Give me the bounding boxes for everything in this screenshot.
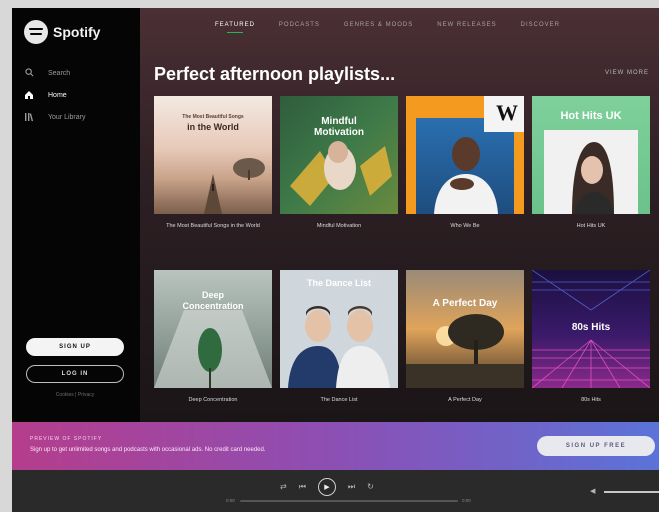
playlist-title: The Dance List [320, 397, 358, 403]
cover-text: 80s Hits [571, 322, 611, 333]
sunset-tree-art [406, 314, 524, 388]
sidebar-item-home[interactable]: Home [24, 84, 86, 106]
view-more-link[interactable]: VIEW MORE [605, 70, 649, 76]
time-elapsed: 0:00 [226, 498, 235, 503]
cover-text-small: The Most Beautiful Songs [182, 114, 244, 120]
main-content: FEATURED PODCASTS GENRES & MOODS NEW REL… [140, 8, 659, 422]
tab-discover[interactable]: DISCOVER [521, 22, 560, 33]
sidebar-item-library[interactable]: Your Library [24, 106, 86, 128]
sign-up-free-button[interactable]: SIGN UP FREE [537, 436, 655, 456]
playlist-cover: 80s Hits [532, 270, 650, 388]
playlist-cover: Mindful Motivation [280, 96, 398, 214]
cover-text: Deep Concentration [182, 290, 244, 311]
banner-label: PREVIEW OF SPOTIFY [30, 436, 103, 442]
page-title: Perfect afternoon playlists... [154, 64, 396, 84]
sidebar-item-label: Your Library [48, 113, 86, 121]
spotify-logo[interactable]: Spotify [24, 20, 100, 44]
playlist-title: The Most Beautiful Songs in the World [166, 223, 260, 229]
library-icon [24, 112, 34, 122]
tab-podcasts[interactable]: PODCASTS [279, 22, 320, 33]
sidebar-item-search[interactable]: Search [24, 62, 86, 84]
cover-text: W [496, 100, 518, 125]
playlist-card[interactable]: Deep Concentration Deep Concentration [154, 270, 272, 404]
playlist-title: Mindful Motivation [316, 223, 362, 229]
previous-icon[interactable]: ⏮ [299, 482, 306, 492]
sidebar-item-label: Home [48, 91, 67, 99]
portrait-photo [544, 130, 638, 214]
playback-controls: ⇄ ⏮ ▶ ⏭ ↻ [280, 478, 374, 496]
log-in-button[interactable]: LOG IN [26, 365, 124, 383]
playlist-title: Who We Be [450, 223, 480, 229]
cover-text: in the World [187, 122, 239, 132]
browse-tabs: FEATURED PODCASTS GENRES & MOODS NEW REL… [140, 22, 659, 33]
progress-bar[interactable] [240, 500, 458, 502]
play-button[interactable]: ▶ [317, 478, 336, 496]
woman-leaves-art [290, 141, 392, 206]
spotify-window: Spotify Search Home Your Library SIGN UP… [12, 8, 659, 512]
sidebar-nav: Search Home Your Library [24, 62, 86, 128]
playlist-card[interactable]: The Dance List The Dance List [280, 270, 398, 404]
spotify-logo-icon [24, 20, 48, 44]
sidebar-item-label: Search [48, 69, 71, 77]
preview-banner: PREVIEW OF SPOTIFY Sign up to get unlimi… [12, 422, 659, 470]
portrait-photo [416, 118, 514, 214]
repeat-icon[interactable]: ↻ [367, 482, 374, 492]
tab-genres-moods[interactable]: GENRES & MOODS [344, 22, 413, 33]
playlist-card[interactable]: W Who We Be [406, 96, 524, 230]
playlist-card[interactable]: Mindful Motivation Mindful Motivation [280, 96, 398, 230]
time-total: 0:00 [462, 498, 471, 503]
spotify-logo-text: Spotify [53, 24, 101, 40]
sign-up-button[interactable]: SIGN UP [26, 338, 124, 356]
banner-text: Sign up to get unlimited songs and podca… [30, 447, 266, 453]
playlist-cover: The Most Beautiful Songs in the World [154, 96, 272, 214]
playlist-card[interactable]: Hot Hits UK Hot Hits UK [532, 96, 650, 230]
player-bar: ⇄ ⏮ ▶ ⏭ ↻ 0:00 0:00 ◀ [12, 470, 659, 512]
cover-text: Mindful Motivation [314, 116, 364, 138]
playlist-cover: The Dance List [280, 270, 398, 388]
playlist-cover: A Perfect Day [406, 270, 524, 388]
play-icon: ▶ [324, 484, 330, 491]
sidebar-footer-links[interactable]: Cookies | Privacy [26, 392, 124, 398]
search-icon [24, 68, 34, 78]
playlist-title: 80s Hits [581, 397, 601, 403]
playlist-title: Hot Hits UK [576, 223, 606, 229]
playlist-title: Deep Concentration [188, 397, 238, 403]
playlist-title: A Perfect Day [448, 397, 482, 403]
next-icon[interactable]: ⏭ [348, 482, 355, 492]
playlist-cover: Deep Concentration [154, 270, 272, 388]
plant-art [154, 310, 272, 388]
tab-new-releases[interactable]: NEW RELEASES [437, 22, 496, 33]
playlist-card[interactable]: A Perfect Day A Perfect Day [406, 270, 524, 404]
playlist-card[interactable]: The Most Beautiful Songs in the World Th… [154, 96, 272, 230]
woman-portrait-art [572, 142, 614, 214]
volume-icon[interactable]: ◀ [590, 487, 595, 495]
volume-slider[interactable] [604, 491, 659, 493]
playlist-cover: W [406, 96, 524, 214]
tab-featured[interactable]: FEATURED [215, 22, 255, 33]
cover-text: A Perfect Day [432, 298, 498, 309]
man-portrait-art [434, 137, 498, 214]
home-icon [24, 90, 34, 100]
cover-text: Hot Hits UK [560, 110, 622, 122]
shuffle-icon[interactable]: ⇄ [280, 482, 287, 492]
playlist-card[interactable]: 80s Hits 80s Hits [532, 270, 650, 404]
sidebar: Spotify Search Home Your Library SIGN UP… [12, 8, 140, 422]
cover-text: The Dance List [306, 278, 371, 288]
playlist-cover: Hot Hits UK [532, 96, 650, 214]
